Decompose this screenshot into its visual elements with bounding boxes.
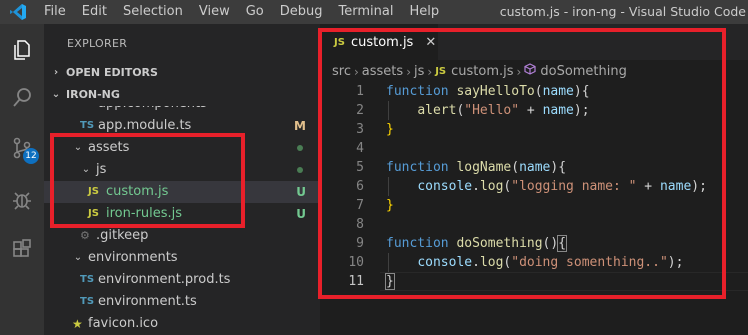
- star-icon: ★: [72, 317, 83, 331]
- highlight-box-sidebar: [50, 133, 245, 228]
- tree-item-label: environments: [88, 250, 178, 265]
- scm-badge: 12: [23, 148, 39, 164]
- chevron-right-icon: ›: [53, 67, 59, 78]
- untracked-badge: U: [296, 207, 306, 221]
- highlight-box-editor: [318, 28, 726, 299]
- open-editors-section[interactable]: › OPEN EDITORS: [44, 62, 320, 84]
- chevron-down-icon: ⌄: [73, 252, 83, 263]
- window-title: custom.js - iron-ng - Visual Studio Code: [499, 4, 746, 19]
- menu-edit[interactable]: Edit: [74, 0, 115, 24]
- tree-item-environment-prod[interactable]: TS environment.prod.ts: [44, 269, 320, 291]
- extensions-icon[interactable]: [0, 230, 44, 270]
- tree-item-label: environment.ts: [98, 294, 197, 309]
- menu-view[interactable]: View: [191, 0, 238, 24]
- tree-item-label: favicon.ico: [88, 316, 159, 331]
- ts-file-icon: TS: [80, 296, 95, 307]
- chevron-down-icon: ⌄: [51, 89, 61, 100]
- search-icon[interactable]: [0, 78, 44, 118]
- menu-file[interactable]: File: [36, 0, 74, 24]
- explorer-icon[interactable]: [0, 30, 44, 70]
- project-section[interactable]: ⌄ IRON-NG: [44, 84, 320, 106]
- changes-dot-icon: [297, 145, 303, 151]
- tree-item-label: app.components: [98, 106, 207, 115]
- ts-file-icon: TS: [80, 274, 95, 285]
- menu-help[interactable]: Help: [401, 0, 447, 24]
- vscode-logo-icon[interactable]: [0, 0, 36, 24]
- gear-icon: ⚙: [80, 229, 90, 242]
- title-bar: File Edit Selection View Go Debug Termin…: [0, 0, 748, 24]
- source-control-icon[interactable]: 12: [0, 128, 44, 168]
- tree-item-app-components[interactable]: TS app.components: [44, 106, 320, 115]
- project-label: IRON-NG: [66, 88, 120, 101]
- ts-file-icon: TS: [80, 106, 94, 115]
- tree-item-environment[interactable]: TS environment.ts: [44, 291, 320, 313]
- open-editors-label: OPEN EDITORS: [66, 66, 158, 79]
- debug-icon[interactable]: [0, 180, 44, 220]
- changes-dot-icon: [297, 167, 303, 173]
- tree-item-label: .gitkeep: [96, 228, 149, 243]
- menu-selection[interactable]: Selection: [115, 0, 191, 24]
- tree-folder-environments[interactable]: ⌄ environments: [44, 247, 320, 269]
- menu-bar: File Edit Selection View Go Debug Termin…: [36, 0, 447, 24]
- tree-item-favicon[interactable]: ★ favicon.ico: [44, 313, 320, 335]
- menu-go[interactable]: Go: [238, 0, 272, 24]
- tree-item-gitkeep[interactable]: ⚙ .gitkeep: [44, 225, 320, 247]
- menu-terminal[interactable]: Terminal: [331, 0, 402, 24]
- modified-badge: M: [294, 119, 306, 133]
- untracked-badge: U: [296, 185, 306, 199]
- activity-bar: 12: [0, 24, 44, 335]
- tree-item-label: environment.prod.ts: [98, 272, 231, 287]
- explorer-title: EXPLORER: [67, 37, 128, 50]
- menu-debug[interactable]: Debug: [272, 0, 331, 24]
